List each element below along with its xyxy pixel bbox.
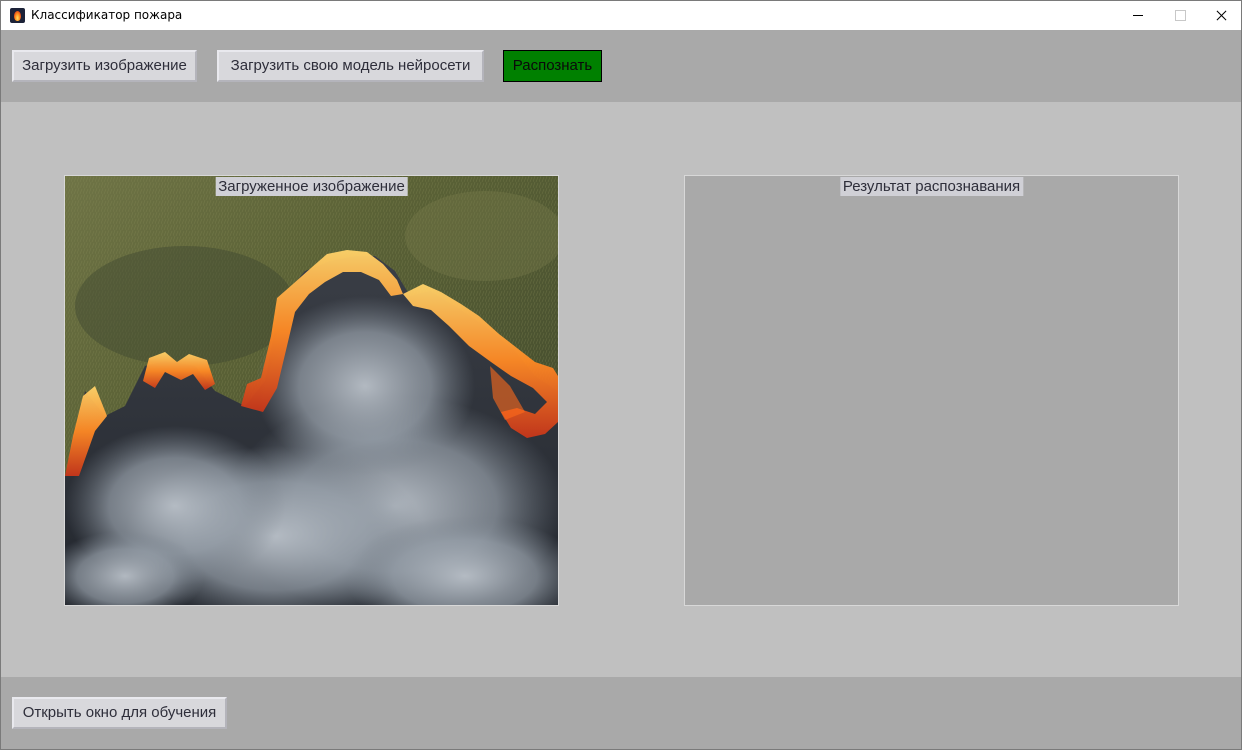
wildfire-photo: [65, 176, 558, 605]
open-training-window-button[interactable]: Открыть окно для обучения: [12, 697, 227, 729]
loaded-image-label: Загруженное изображение: [215, 177, 408, 196]
load-model-button[interactable]: Загрузить свою модель нейросети: [217, 50, 484, 82]
result-panel: Результат распознавания: [684, 175, 1179, 606]
loaded-image-panel: Загруженное изображение: [64, 175, 559, 606]
result-label: Результат распознавания: [839, 177, 1024, 196]
toolbar: Загрузить изображение Загрузить свою мод…: [1, 30, 1241, 102]
window-title: Классификатор пожара: [31, 8, 183, 22]
recognize-button[interactable]: Распознать: [503, 50, 602, 82]
load-image-button[interactable]: Загрузить изображение: [12, 50, 197, 82]
app-window: Классификатор пожара Загрузить изображен…: [0, 0, 1242, 750]
bottom-bar: Открыть окно для обучения: [1, 677, 1241, 749]
close-icon[interactable]: [1200, 1, 1242, 30]
main-area: Загруженное изображение Результат распоз…: [1, 102, 1241, 677]
minimize-icon[interactable]: [1117, 1, 1159, 30]
maximize-icon[interactable]: [1159, 1, 1201, 30]
fire-app-icon: [10, 8, 25, 23]
title-bar[interactable]: Классификатор пожара: [1, 1, 1241, 30]
